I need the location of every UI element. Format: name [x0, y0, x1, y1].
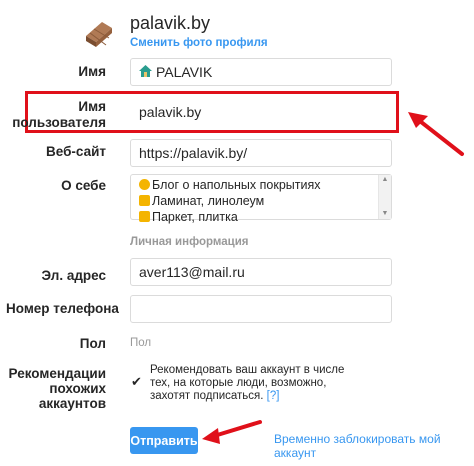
person-emoji-icon [139, 179, 150, 190]
red-arrow-icon [202, 420, 262, 444]
scroll-down-icon[interactable]: ▼ [379, 210, 391, 217]
website-field[interactable]: https://palavik.by/ [130, 139, 392, 167]
username-label-line2: пользователя [12, 115, 106, 130]
gender-label: Пол [79, 336, 106, 351]
recommend-text-line2: тех, на которые люди, возможно, [150, 377, 327, 389]
change-photo-link[interactable]: Сменить фото профиля [130, 37, 268, 49]
email-field[interactable]: aver113@mail.ru [130, 258, 392, 286]
recommend-text: Рекомендовать ваш аккаунт в числе тех, н… [150, 364, 344, 403]
bio-line: Ламинат, линолеум [139, 193, 391, 209]
bio-line: Блог о напольных покрытиях [139, 177, 391, 193]
recommend-text-line3: захотят подписаться. [150, 390, 264, 402]
recommend-checkbox[interactable]: ✔ [131, 375, 144, 388]
house-emoji-icon [139, 64, 152, 80]
bio-textarea[interactable]: Блог о напольных покрытиях Ламинат, лино… [130, 174, 392, 224]
name-label: Имя [78, 64, 106, 79]
thumbs-up-icon [139, 195, 150, 206]
profile-username: palavik.by [130, 13, 211, 33]
bio-line-text: Ламинат, линолеум [152, 194, 265, 208]
gender-select[interactable]: Пол [130, 337, 151, 349]
recommend-label-line1: Рекомендации [8, 366, 106, 381]
red-arrow-icon [408, 112, 464, 156]
bio-scrollbar[interactable]: ▲ ▼ [378, 175, 391, 219]
avatar[interactable] [80, 14, 116, 50]
username-field[interactable]: palavik.by [130, 98, 392, 126]
submit-button[interactable]: Отправить [130, 427, 198, 454]
username-value: palavik.by [139, 104, 202, 120]
email-label: Эл. адрес [41, 268, 106, 283]
bio-label: О себе [61, 178, 106, 193]
bio-line: Паркет, плитка [139, 209, 391, 225]
scroll-up-icon[interactable]: ▲ [379, 175, 391, 184]
phone-label: Номер телефона [6, 301, 119, 316]
website-value: https://palavik.by/ [139, 145, 248, 161]
personal-info-heading: Личная информация [130, 236, 249, 248]
website-label: Веб-сайт [45, 144, 106, 159]
name-value: PALAVIK [156, 64, 213, 80]
disable-account-link[interactable]: Временно заблокировать мой аккаунт [274, 432, 474, 460]
recommend-label: Рекомендации похожих аккаунтов [6, 366, 106, 411]
recommend-label-line2: похожих [49, 381, 106, 396]
name-field[interactable]: PALAVIK [130, 58, 392, 86]
help-link[interactable]: [?] [267, 390, 280, 402]
recommend-label-line3: аккаунтов [38, 396, 106, 411]
recommend-text-line3-wrap: захотят подписаться. [?] [150, 390, 344, 403]
phone-field[interactable] [130, 295, 392, 323]
username-label-line1: Имя [78, 99, 106, 114]
username-label: Имя пользователя [6, 99, 106, 131]
profile-logo-icon [80, 14, 116, 50]
bio-line-text: Паркет, плитка [152, 210, 238, 224]
thumbs-up-icon [139, 211, 150, 222]
bio-line-text: Блог о напольных покрытиях [152, 178, 321, 192]
email-value: aver113@mail.ru [139, 264, 245, 280]
recommend-text-line1: Рекомендовать ваш аккаунт в числе [150, 364, 345, 376]
